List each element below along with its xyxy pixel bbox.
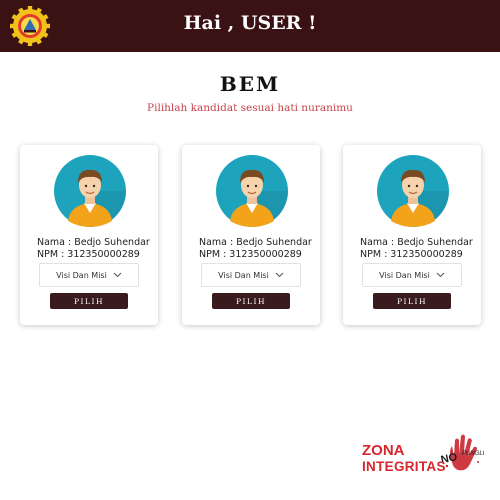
greeting-title: Hai , USER ! xyxy=(183,12,317,34)
candidate-card: NamaBedjo Suhendar NPM312350000289 Visi … xyxy=(343,145,481,325)
visi-misi-dropdown[interactable]: Visi Dan Misi xyxy=(201,263,301,287)
zona-text: ZONA xyxy=(362,442,405,459)
chevron-down-icon xyxy=(275,272,284,278)
npm-label: NPM xyxy=(37,249,67,260)
integritas-text: INTEGRITAS xyxy=(362,459,446,474)
candidate-name: NamaBedjo Suhendar xyxy=(199,237,312,248)
visi-misi-label: Visi Dan Misi xyxy=(56,270,107,280)
candidate-card: NamaBedjo Suhendar NPM312350000289 Visi … xyxy=(182,145,320,325)
pilih-button[interactable]: PILIH xyxy=(50,293,128,309)
visi-misi-dropdown[interactable]: Visi Dan Misi xyxy=(362,263,462,287)
npm-value: 312350000289 xyxy=(67,249,140,260)
zona-integritas-logo: NO PUNGLI ZONA INTEGRITAS xyxy=(360,432,495,480)
avatar-icon xyxy=(377,155,449,227)
candidate-npm: NPM312350000289 xyxy=(37,249,140,260)
candidate-name: NamaBedjo Suhendar xyxy=(360,237,473,248)
page-title: BEM xyxy=(219,72,281,96)
name-value: Bedjo Suhendar xyxy=(74,237,150,248)
name-label: Nama xyxy=(37,237,74,248)
pilih-button[interactable]: PILIH xyxy=(212,293,290,309)
candidate-npm: NPM312350000289 xyxy=(199,249,302,260)
candidate-name: NamaBedjo Suhendar xyxy=(37,237,150,248)
candidate-npm: NPM312350000289 xyxy=(360,249,463,260)
svg-text:PUNGLI: PUNGLI xyxy=(462,451,484,457)
top-bar: Hai , USER ! xyxy=(0,0,500,52)
pilih-button[interactable]: PILIH xyxy=(373,293,451,309)
npm-label: NPM xyxy=(199,249,229,260)
npm-label: NPM xyxy=(360,249,390,260)
visi-misi-dropdown[interactable]: Visi Dan Misi xyxy=(39,263,139,287)
candidate-card: NamaBedjo Suhendar NPM312350000289 Visi … xyxy=(20,145,158,325)
name-label: Nama xyxy=(360,237,397,248)
avatar-icon xyxy=(216,155,288,227)
visi-misi-label: Visi Dan Misi xyxy=(218,270,269,280)
name-value: Bedjo Suhendar xyxy=(236,237,312,248)
npm-value: 312350000289 xyxy=(229,249,302,260)
name-value: Bedjo Suhendar xyxy=(397,237,473,248)
npm-value: 312350000289 xyxy=(390,249,463,260)
page-subtitle: Pilihlah kandidat sesuai hati nuranimu xyxy=(147,102,353,114)
visi-misi-label: Visi Dan Misi xyxy=(379,270,430,280)
chevron-down-icon xyxy=(436,272,445,278)
avatar-icon xyxy=(54,155,126,227)
chevron-down-icon xyxy=(113,272,122,278)
name-label: Nama xyxy=(199,237,236,248)
